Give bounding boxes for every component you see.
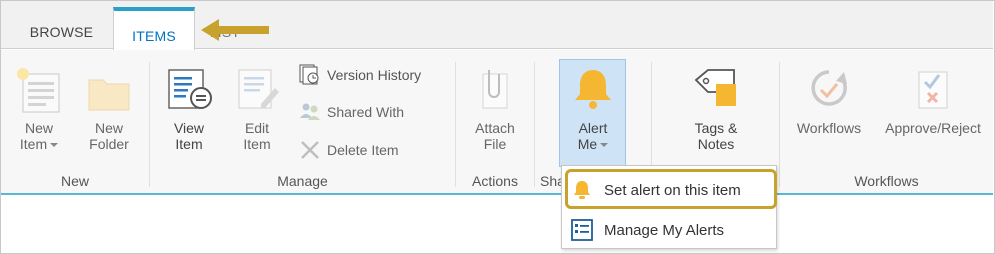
tags-notes-button[interactable]: Tags & Notes xyxy=(680,64,752,152)
group-separator xyxy=(779,62,780,187)
version-history-icon xyxy=(299,64,319,85)
new-folder-button[interactable]: New Folder xyxy=(80,64,138,152)
group-separator xyxy=(455,62,456,187)
approve-reject-icon xyxy=(918,71,948,109)
group-separator xyxy=(534,62,535,187)
view-item-icon xyxy=(168,69,212,109)
view-item-button[interactable]: View Item xyxy=(160,64,218,152)
edit-item-button[interactable]: Edit Item xyxy=(228,64,286,152)
group-separator xyxy=(149,62,150,187)
chevron-down-icon xyxy=(50,143,59,148)
approve-reject-button[interactable]: Approve/Reject xyxy=(875,64,991,136)
edit-item-icon xyxy=(238,69,279,109)
people-icon xyxy=(300,103,320,120)
attach-file-button[interactable]: Attach File xyxy=(464,64,526,152)
version-history-button[interactable]: Version History xyxy=(298,63,421,87)
alert-me-button[interactable]: Alert Me xyxy=(560,64,626,152)
group-label-manage: Manage xyxy=(277,173,328,189)
delete-item-button[interactable]: Delete Item xyxy=(298,138,399,162)
workflows-button[interactable]: Workflows xyxy=(788,64,870,136)
highlight-box xyxy=(565,169,777,209)
pointer-arrow-icon xyxy=(201,19,269,41)
folder-icon xyxy=(88,79,130,111)
tab-browse[interactable]: BROWSE xyxy=(14,18,109,49)
bell-icon xyxy=(575,70,611,109)
tab-items[interactable]: ITEMS xyxy=(113,7,195,50)
group-label-actions: Actions xyxy=(472,173,518,189)
delete-x-icon xyxy=(301,141,319,159)
workflow-icon xyxy=(811,70,847,106)
group-label-new: New xyxy=(60,173,89,189)
list-icon xyxy=(571,219,593,241)
chevron-down-icon xyxy=(600,143,609,148)
new-item-icon xyxy=(17,68,60,113)
shared-with-button[interactable]: Shared With xyxy=(298,100,404,124)
tag-icon xyxy=(694,69,736,106)
new-item-button[interactable]: New Item xyxy=(8,64,70,152)
group-label-workflows: Workflows xyxy=(854,173,919,189)
menu-item-manage-alerts[interactable]: Manage My Alerts xyxy=(562,212,776,248)
paperclip-icon xyxy=(482,70,508,109)
